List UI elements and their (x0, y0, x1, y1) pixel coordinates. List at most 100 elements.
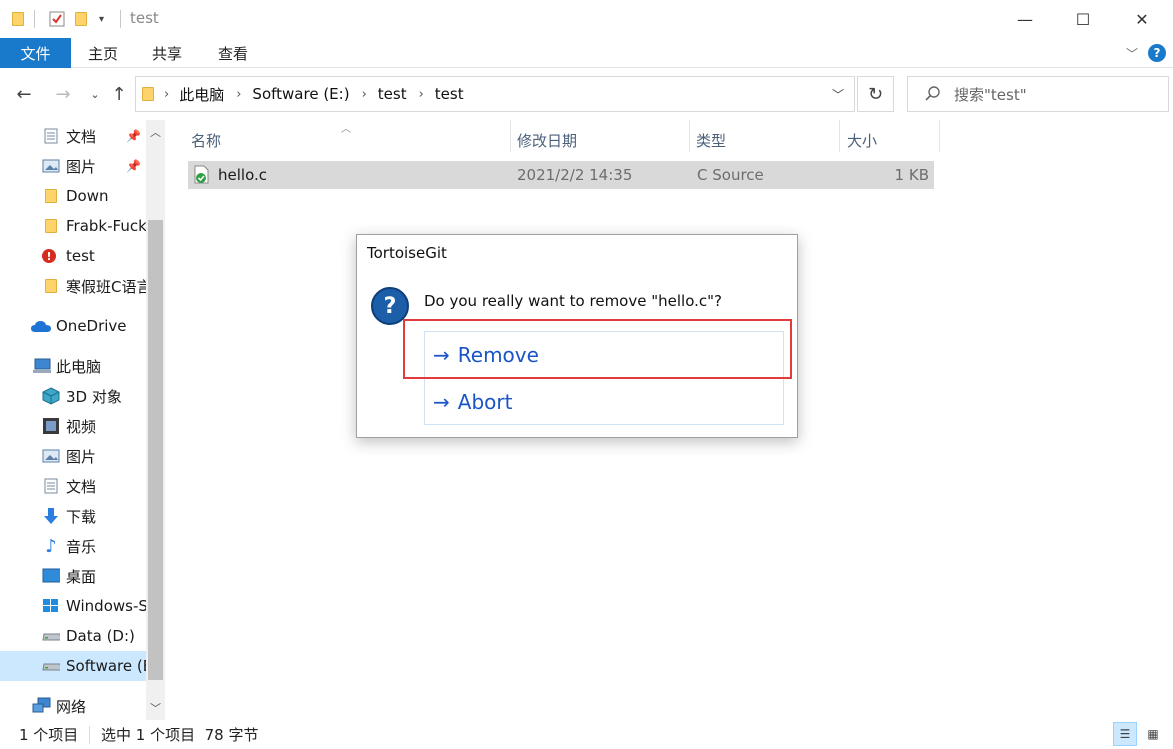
breadcrumb-software-drive[interactable]: Software (E:) (252, 85, 349, 103)
address-bar[interactable]: › 此电脑 › Software (E:) › test › test ﹀ (135, 76, 855, 112)
sidebar-item-frabk-fuck[interactable]: Frabk-Fuck (0, 211, 146, 241)
column-divider[interactable] (839, 120, 840, 152)
column-header-name[interactable]: 名称 (191, 125, 221, 155)
sidebar-item-this-pc[interactable]: 此电脑 (0, 351, 146, 381)
abort-button-label: Abort (457, 390, 513, 414)
up-button[interactable]: ↑ (107, 82, 131, 106)
column-divider[interactable] (510, 120, 511, 152)
large-icons-view-icon[interactable]: ▦ (1141, 722, 1165, 746)
sidebar-item-network[interactable]: 网络 (0, 691, 146, 720)
search-input[interactable]: 搜索"test" (907, 76, 1169, 112)
sidebar-item-documents[interactable]: 文档 (0, 471, 146, 501)
title-bar: ▾ test — ☐ ✕ (0, 0, 1173, 38)
network-icon (32, 697, 52, 715)
sidebar-item-down[interactable]: Down (0, 181, 146, 211)
sidebar-scrollbar[interactable]: ︿ ﹀ (146, 120, 165, 720)
sidebar-item-pictures[interactable]: 图片 (0, 441, 146, 471)
properties-icon[interactable] (48, 9, 66, 29)
tab-file[interactable]: 文件 (0, 38, 71, 68)
forward-button[interactable]: → (51, 82, 75, 106)
this-pc-icon (32, 357, 52, 375)
sidebar-item-pictures-quick[interactable]: 图片 📌 (0, 151, 146, 181)
sidebar-item-videos[interactable]: 视频 (0, 411, 146, 441)
breadcrumb-this-pc[interactable]: 此电脑 (179, 84, 224, 105)
maximize-button[interactable]: ☐ (1054, 0, 1112, 38)
help-icon[interactable]: ? (1148, 44, 1166, 62)
svg-text:!: ! (46, 250, 51, 263)
pictures-icon (42, 447, 60, 465)
close-button[interactable]: ✕ (1113, 0, 1171, 38)
tab-home[interactable]: 主页 (88, 38, 118, 68)
onedrive-icon (30, 317, 52, 335)
scroll-thumb[interactable] (148, 220, 163, 680)
file-name: hello.c (218, 166, 267, 184)
sidebar-item-windows-ssd[interactable]: Windows-SSD (0, 591, 146, 621)
sidebar-item-onedrive[interactable]: OneDrive (0, 311, 146, 341)
chevron-right-icon[interactable]: › (236, 87, 241, 102)
sidebar-item-label: OneDrive (56, 317, 127, 335)
arrow-right-icon: → (433, 390, 450, 414)
desktop-icon (42, 567, 60, 585)
sidebar-item-label: 文档 (66, 477, 97, 496)
breadcrumb-test[interactable]: test (378, 85, 407, 103)
scroll-up-icon[interactable]: ︿ (146, 122, 165, 142)
sidebar-item-label: test (66, 247, 95, 265)
chevron-right-icon[interactable]: › (419, 87, 424, 102)
column-divider[interactable] (939, 120, 940, 152)
sidebar-item-label: Down (66, 187, 109, 205)
sidebar-item-label: Data (D:) (66, 627, 135, 645)
folder-icon (42, 187, 60, 205)
sidebar-item-software-e[interactable]: Software (E:) (0, 651, 146, 681)
abort-button[interactable]: → Abort (425, 379, 783, 425)
table-row[interactable]: hello.c 2021/2/2 14:35 C Source 1 KB (188, 161, 934, 189)
column-header-size[interactable]: 大小 (847, 125, 877, 155)
sidebar-item-downloads[interactable]: 下载 (0, 501, 146, 531)
sidebar-item-data-d[interactable]: Data (D:) (0, 621, 146, 651)
sidebar-item-label: 音乐 (66, 537, 97, 556)
music-icon: ♪ (45, 535, 57, 557)
sidebar-item-label: 图片 (66, 447, 97, 466)
back-button[interactable]: ← (12, 82, 36, 106)
recent-locations-icon[interactable]: ⌄ (83, 82, 107, 106)
file-size: 1 KB (894, 166, 929, 184)
sidebar-item-label: 桌面 (66, 567, 97, 586)
sidebar-item-documents-quick[interactable]: 文档 📌 (0, 121, 146, 151)
sidebar-item-desktop[interactable]: 桌面 (0, 561, 146, 591)
sidebar-item-label: Frabk-Fuck (66, 217, 146, 235)
documents-icon (42, 477, 60, 495)
customize-quick-access-icon[interactable]: ▾ (99, 9, 104, 29)
pin-icon[interactable]: 📌 (126, 159, 141, 173)
sidebar-item-label: 寒假班C语言 (66, 277, 146, 296)
divider (89, 726, 90, 744)
selection-info: 选中 1 个项目 78 字节 (101, 726, 259, 744)
sidebar-item-winter-c[interactable]: 寒假班C语言 (0, 271, 146, 301)
folder-icon (42, 217, 60, 235)
sidebar-item-label: Windows-SSD (66, 597, 146, 615)
sidebar-item-test[interactable]: ! test (0, 241, 146, 271)
sidebar-item-music[interactable]: ♪ 音乐 (0, 531, 146, 561)
breadcrumb-test-current[interactable]: test (435, 85, 464, 103)
details-view-icon[interactable]: ☰ (1113, 722, 1137, 746)
dialog-message: Do you really want to remove "hello.c"? (424, 292, 722, 310)
chevron-down-icon[interactable]: ﹀ (832, 86, 844, 103)
new-folder-icon[interactable] (75, 9, 87, 29)
chevron-right-icon[interactable]: › (164, 87, 169, 102)
expand-ribbon-icon[interactable]: ﹀ (1126, 38, 1138, 68)
sidebar-item-3d-objects[interactable]: 3D 对象 (0, 381, 146, 411)
column-divider[interactable] (689, 120, 690, 152)
tab-share[interactable]: 共享 (152, 38, 182, 68)
scroll-down-icon[interactable]: ﹀ (146, 698, 165, 718)
chevron-right-icon[interactable]: › (362, 87, 367, 102)
documents-icon (42, 127, 60, 145)
column-header-type[interactable]: 类型 (696, 125, 726, 155)
videos-icon (42, 417, 60, 435)
minimize-button[interactable]: — (996, 0, 1054, 38)
column-header-modified[interactable]: 修改日期 (517, 125, 577, 155)
3d-objects-icon (42, 387, 60, 405)
tab-view[interactable]: 查看 (218, 38, 248, 68)
git-added-file-icon (193, 161, 211, 189)
sidebar-item-label: Software (E:) (66, 657, 146, 675)
refresh-button[interactable]: ↻ (857, 76, 894, 112)
pin-icon[interactable]: 📌 (126, 129, 141, 143)
dialog-title: TortoiseGit (367, 244, 447, 262)
